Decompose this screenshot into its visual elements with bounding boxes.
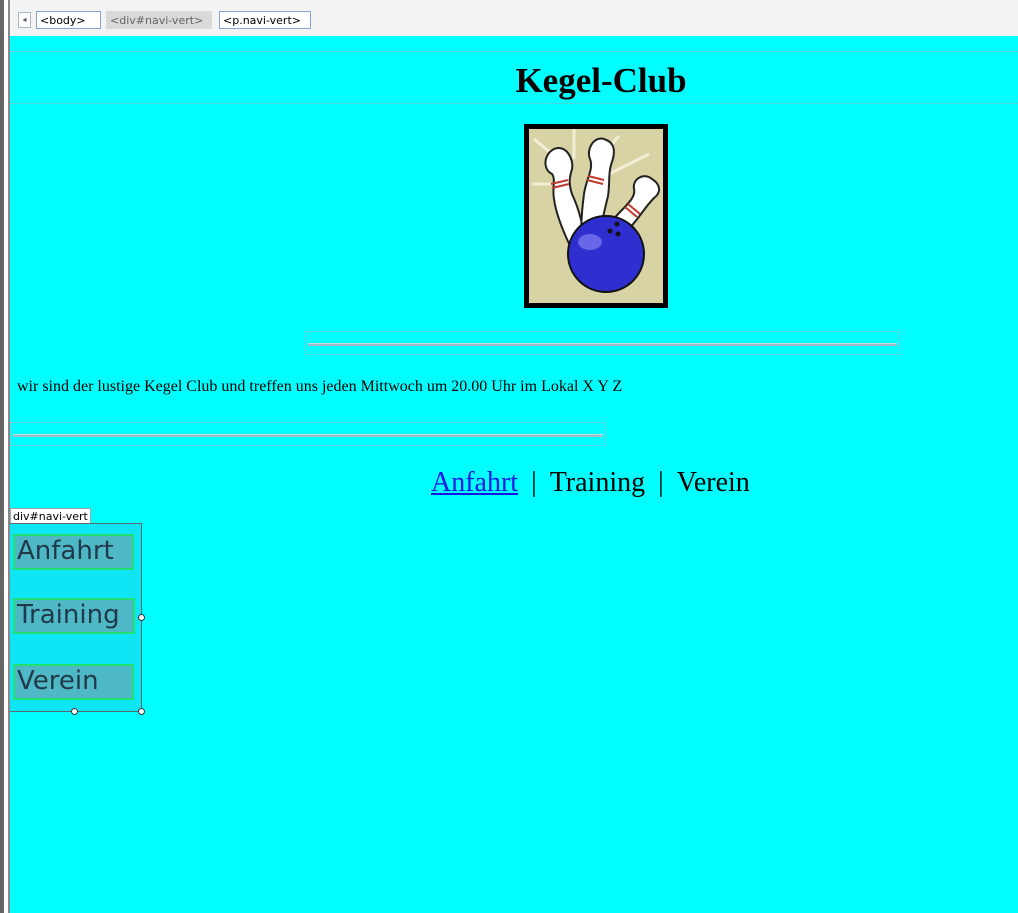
top-navigation: Anfahrt | Training | Verein bbox=[431, 467, 750, 499]
navi-vert-container[interactable]: Anfahrt Training Verein bbox=[10, 523, 142, 712]
topnav-separator: | bbox=[658, 467, 664, 498]
horizontal-rule-2[interactable] bbox=[10, 422, 606, 446]
resize-handle-corner[interactable] bbox=[138, 708, 145, 715]
tag-p-navi-vert[interactable]: <p.navi-vert> bbox=[219, 11, 311, 29]
tag-body[interactable]: <body> bbox=[36, 11, 101, 29]
navi-vert-item-verein[interactable]: Verein bbox=[13, 664, 134, 700]
navi-vert-item-anfahrt[interactable]: Anfahrt bbox=[13, 534, 134, 570]
navi-vert-item-training[interactable]: Training bbox=[13, 598, 135, 634]
resize-handle-bottom[interactable] bbox=[71, 708, 78, 715]
tag-div-navi-vert[interactable]: <div#navi-vert> bbox=[106, 11, 212, 29]
horizontal-rule-1[interactable] bbox=[305, 331, 900, 355]
topnav-item-training[interactable]: Training bbox=[550, 467, 645, 498]
design-canvas: Kegel-Club wir sind der lustige Kegel Cl… bbox=[10, 36, 1018, 913]
intro-paragraph[interactable]: wir sind der lustige Kegel Club und tref… bbox=[17, 378, 622, 396]
topnav-separator: | bbox=[531, 467, 537, 498]
topnav-link-anfahrt[interactable]: Anfahrt bbox=[431, 467, 518, 498]
topnav-item-verein[interactable]: Verein bbox=[677, 467, 750, 498]
panel-left-border bbox=[0, 0, 4, 913]
heading-box-bottom bbox=[10, 103, 1018, 104]
page-heading[interactable]: Kegel-Club bbox=[10, 61, 1018, 101]
tag-selector-bar: ◂ <body> <div#navi-vert> <p.navi-vert> bbox=[10, 0, 1018, 36]
resize-handle-right[interactable] bbox=[138, 614, 145, 621]
heading-box-top bbox=[10, 51, 1018, 52]
scroll-left-icon[interactable]: ◂ bbox=[18, 12, 31, 28]
bowling-icon bbox=[529, 129, 663, 303]
bowling-logo-image[interactable] bbox=[524, 124, 668, 308]
